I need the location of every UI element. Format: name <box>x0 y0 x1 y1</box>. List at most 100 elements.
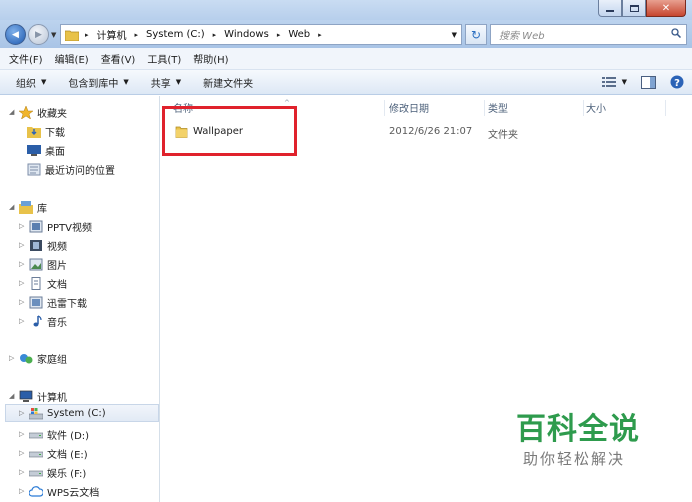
nav-music[interactable]: ▷ 音乐 <box>19 312 67 330</box>
new-folder-button[interactable]: 新建文件夹 <box>203 75 253 90</box>
column-header-size[interactable]: 大小 <box>586 100 666 116</box>
menu-view[interactable]: 查看(V) <box>101 51 136 66</box>
library-video-icon <box>29 220 43 232</box>
breadcrumb-windows[interactable]: Windows <box>224 29 269 40</box>
downloads-folder-icon <box>27 126 41 138</box>
forward-button[interactable]: ▶ <box>28 24 49 45</box>
menu-edit[interactable]: 编辑(E) <box>55 51 89 66</box>
file-type: 文件夹 <box>488 130 518 141</box>
maximize-button[interactable] <box>622 0 646 17</box>
collapsed-arrow-icon[interactable]: ▷ <box>19 222 27 230</box>
nav-drive-f[interactable]: ▷ 娱乐 (F:) <box>19 463 86 481</box>
film-icon <box>30 239 42 251</box>
nav-homegroup[interactable]: ▷ 家庭组 <box>9 349 67 367</box>
include-in-library-button[interactable]: 包含到库中 ▼ <box>68 75 128 90</box>
new-folder-label: 新建文件夹 <box>203 78 254 90</box>
menu-help[interactable]: 帮助(H) <box>193 51 228 66</box>
nav-drive-f-label: 娱乐 (F:) <box>47 468 87 480</box>
navigation-pane: ◢ 收藏夹 下载 桌面 最近访问的位置 ◢ 库 ▷ PPTV视频 ▷ 视频 ▷ … <box>0 96 160 502</box>
nav-drive-e[interactable]: ▷ 文档 (E:) <box>19 444 88 462</box>
collapsed-arrow-icon[interactable]: ▷ <box>19 487 27 495</box>
collapsed-arrow-icon[interactable]: ▷ <box>9 354 17 362</box>
breadcrumb-separator-icon[interactable]: ▸ <box>277 31 281 39</box>
chevron-down-icon: ▼ <box>175 78 182 86</box>
help-icon[interactable]: ? <box>670 75 684 89</box>
collapsed-arrow-icon[interactable]: ▷ <box>19 298 27 306</box>
drive-icon <box>29 432 43 438</box>
recent-pages-dropdown-icon[interactable]: ▼ <box>51 31 56 39</box>
watermark-subtitle: 助你轻松解决 <box>523 450 626 468</box>
collapsed-arrow-icon[interactable]: ▷ <box>19 468 27 476</box>
collapsed-arrow-icon[interactable]: ▷ <box>19 317 27 325</box>
nav-pptv[interactable]: ▷ PPTV视频 <box>19 217 92 235</box>
nav-documents[interactable]: ▷ 文档 <box>19 274 67 292</box>
column-size-label: 大小 <box>586 104 606 115</box>
preview-pane-icon[interactable] <box>641 75 656 89</box>
organize-button[interactable]: 组织 ▼ <box>16 75 46 90</box>
back-button[interactable]: ◀ <box>5 24 26 45</box>
breadcrumb-separator-icon[interactable]: ▸ <box>135 31 139 39</box>
nav-drive-e-label: 文档 (E:) <box>47 449 88 461</box>
nav-desktop-label: 桌面 <box>45 146 65 158</box>
folder-icon <box>65 30 79 41</box>
view-options-button[interactable]: ▼ <box>601 76 627 88</box>
highlight-box <box>162 106 297 156</box>
picture-icon <box>29 258 43 270</box>
command-bar: 组织 ▼ 包含到库中 ▼ 共享 ▼ 新建文件夹 ▼ ? <box>0 70 692 95</box>
nav-libraries[interactable]: ◢ 库 <box>9 198 47 216</box>
nav-pictures[interactable]: ▷ 图片 <box>19 255 67 273</box>
nav-favorites[interactable]: ◢ 收藏夹 <box>9 103 67 121</box>
system-drive-icon <box>29 407 43 419</box>
maximize-icon <box>629 4 639 12</box>
address-bar[interactable]: ▸ 计算机 ▸ System (C:) ▸ Windows ▸ Web ▸ ▼ <box>60 24 462 45</box>
collapsed-arrow-icon[interactable]: ▷ <box>19 260 27 268</box>
column-modified-label: 修改日期 <box>389 104 429 115</box>
collapsed-arrow-icon[interactable]: ▷ <box>19 430 27 438</box>
menu-tools[interactable]: 工具(T) <box>147 51 181 66</box>
nav-downloads[interactable]: 下载 <box>27 122 65 140</box>
nav-libraries-label: 库 <box>37 203 47 215</box>
library-download-icon <box>29 296 43 308</box>
nav-computer-label: 计算机 <box>37 392 67 404</box>
search-icon <box>671 28 681 38</box>
expand-arrow-icon[interactable]: ◢ <box>9 203 17 211</box>
nav-desktop[interactable]: 桌面 <box>27 141 65 159</box>
collapsed-arrow-icon[interactable]: ▷ <box>19 279 27 287</box>
close-button[interactable]: ✕ <box>646 0 686 17</box>
nav-pptv-label: PPTV视频 <box>47 222 93 234</box>
address-dropdown-icon[interactable]: ▼ <box>452 31 457 39</box>
expand-arrow-icon[interactable]: ◢ <box>9 392 17 400</box>
document-icon <box>31 276 41 290</box>
refresh-button[interactable]: ↻ <box>465 24 487 45</box>
search-input[interactable]: 搜索 Web <box>490 24 687 45</box>
nav-computer[interactable]: ◢ 计算机 <box>9 387 67 405</box>
file-modified: 2012/6/26 21:07 <box>389 126 473 137</box>
column-header-modified[interactable]: 修改日期 <box>389 100 485 116</box>
nav-xunlei-downloads[interactable]: ▷ 迅雷下载 <box>19 293 87 311</box>
nav-videos[interactable]: ▷ 视频 <box>19 236 67 254</box>
collapsed-arrow-icon[interactable]: ▷ <box>19 409 27 417</box>
minimize-button[interactable] <box>598 0 622 17</box>
collapsed-arrow-icon[interactable]: ▷ <box>19 241 27 249</box>
nav-system-c[interactable]: ▷ System (C:) <box>5 404 159 422</box>
menu-file[interactable]: 文件(F) <box>9 51 43 66</box>
collapsed-arrow-icon[interactable]: ▷ <box>19 449 27 457</box>
breadcrumb-computer[interactable]: 计算机 <box>97 27 127 42</box>
music-note-icon <box>33 314 42 326</box>
nav-drive-d[interactable]: ▷ 软件 (D:) <box>19 425 89 443</box>
breadcrumb-web[interactable]: Web <box>288 29 310 40</box>
share-button[interactable]: 共享 ▼ <box>151 75 181 90</box>
organize-label: 组织 <box>16 78 36 90</box>
breadcrumb-separator-icon[interactable]: ▸ <box>213 31 217 39</box>
breadcrumb-separator-icon[interactable]: ▸ <box>318 31 322 39</box>
column-header-type[interactable]: 类型 <box>488 100 584 116</box>
expand-arrow-icon[interactable]: ◢ <box>9 108 17 116</box>
drive-icon <box>29 470 43 476</box>
nav-wps-cloud-label: WPS云文档 <box>47 487 100 499</box>
cloud-icon <box>29 485 43 497</box>
nav-recent-places[interactable]: 最近访问的位置 <box>27 160 115 178</box>
breadcrumb-system-c[interactable]: System (C:) <box>146 29 205 40</box>
nav-wps-cloud[interactable]: ▷ WPS云文档 <box>19 482 99 500</box>
breadcrumb-separator-icon[interactable]: ▸ <box>85 31 89 39</box>
chevron-down-icon: ▼ <box>621 78 627 86</box>
